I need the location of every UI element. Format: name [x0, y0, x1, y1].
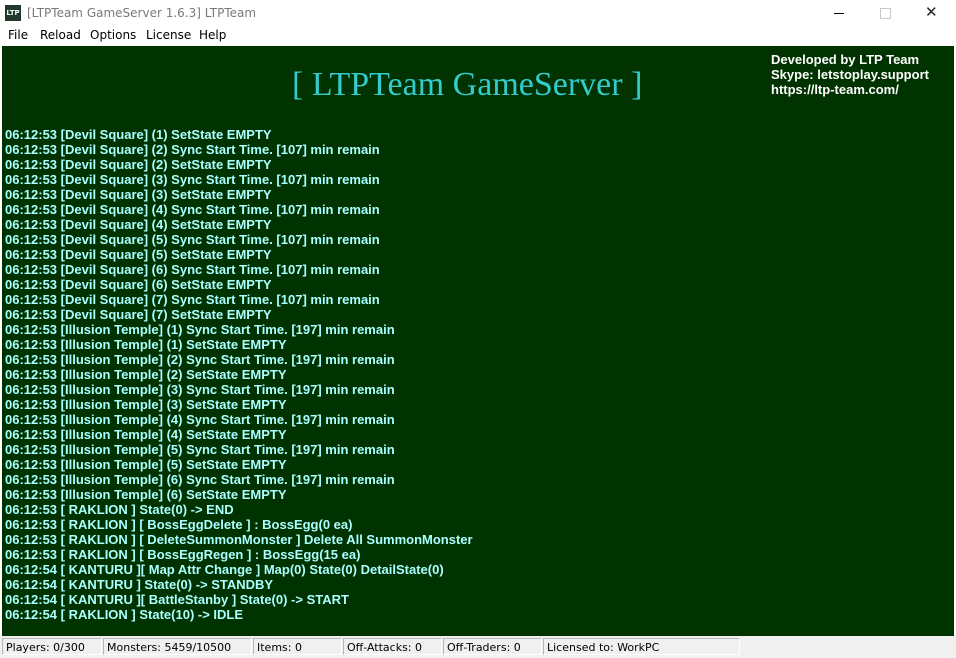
- minimize-icon: [834, 13, 844, 14]
- skype-line: Skype: letstoplay.support: [771, 67, 929, 82]
- log-line: 06:12:53 [Illusion Temple] (3) Sync Star…: [5, 382, 395, 397]
- close-icon: ✕: [925, 3, 938, 21]
- maximize-icon: [880, 8, 891, 19]
- website-line: https://ltp-team.com/: [771, 82, 899, 97]
- minimize-button[interactable]: [816, 0, 862, 26]
- log-line: 06:12:53 [Devil Square] (4) SetState EMP…: [5, 217, 272, 232]
- app-logo-icon: LTP: [5, 5, 21, 21]
- log-line: 06:12:53 [Devil Square] (5) Sync Start T…: [5, 232, 380, 247]
- status-off-traders: Off-Traders: 0: [443, 638, 542, 655]
- log-line: 06:12:53 [Devil Square] (6) SetState EMP…: [5, 277, 272, 292]
- menu-options[interactable]: Options: [90, 28, 136, 42]
- log-line: 06:12:53 [Devil Square] (5) SetState EMP…: [5, 247, 272, 262]
- log-line: 06:12:53 [Illusion Temple] (6) Sync Star…: [5, 472, 395, 487]
- log-line: 06:12:53 [ RAKLION ] [ BossEggRegen ] : …: [5, 547, 361, 562]
- status-items: Items: 0: [253, 638, 342, 655]
- server-banner: [ LTPTeam GameServer ]: [292, 66, 643, 103]
- status-players: Players: 0/300: [2, 638, 102, 655]
- developer-info: Developed by LTP Team Skype: letstoplay.…: [771, 52, 929, 97]
- log-line: 06:12:53 [Devil Square] (2) Sync Start T…: [5, 142, 380, 157]
- status-license: Licensed to: WorkPC: [543, 638, 740, 655]
- log-line: 06:12:53 [Illusion Temple] (1) SetState …: [5, 337, 287, 352]
- menu-bar: File Reload Options License Help: [0, 26, 956, 46]
- menu-reload[interactable]: Reload: [40, 28, 81, 42]
- log-list: 06:12:53 [Devil Square] (1) SetState EMP…: [5, 127, 473, 622]
- menu-license[interactable]: License: [146, 28, 191, 42]
- log-line: 06:12:53 [Illusion Temple] (5) SetState …: [5, 457, 287, 472]
- log-line: 06:12:54 [ RAKLION ] State(10) -> IDLE: [5, 607, 244, 622]
- log-line: 06:12:53 [Illusion Temple] (1) Sync Star…: [5, 322, 395, 337]
- log-line: 06:12:54 [ KANTURU ][ Map Attr Change ] …: [5, 562, 444, 577]
- log-line: 06:12:53 [Devil Square] (7) Sync Start T…: [5, 292, 380, 307]
- log-line: 06:12:53 [Illusion Temple] (2) SetState …: [5, 367, 287, 382]
- maximize-button[interactable]: [862, 0, 908, 26]
- log-line: 06:12:53 [Devil Square] (2) SetState EMP…: [5, 157, 272, 172]
- log-line: 06:12:53 [Devil Square] (3) SetState EMP…: [5, 187, 272, 202]
- log-line: 06:12:53 [ RAKLION ] [ BossEggDelete ] :…: [5, 517, 353, 532]
- developer-line: Developed by LTP Team: [771, 52, 920, 67]
- log-line: 06:12:53 [ RAKLION ] State(0) -> END: [5, 502, 234, 517]
- log-line: 06:12:53 [Devil Square] (6) Sync Start T…: [5, 262, 380, 277]
- console-log-area[interactable]: [ LTPTeam GameServer ] Developed by LTP …: [2, 46, 954, 636]
- log-line: 06:12:53 [Illusion Temple] (3) SetState …: [5, 397, 287, 412]
- log-line: 06:12:53 [Devil Square] (1) SetState EMP…: [5, 127, 272, 142]
- menu-file[interactable]: File: [8, 28, 28, 42]
- window-title: [LTPTeam GameServer 1.6.3] LTPTeam: [27, 6, 257, 20]
- close-button[interactable]: ✕: [908, 0, 954, 26]
- log-line: 06:12:53 [Illusion Temple] (6) SetState …: [5, 487, 287, 502]
- log-line: 06:12:54 [ KANTURU ][ BattleStanby ] Sta…: [5, 592, 349, 607]
- status-off-attacks: Off-Attacks: 0: [343, 638, 442, 655]
- status-monsters: Monsters: 5459/10500: [103, 638, 252, 655]
- log-line: 06:12:53 [Devil Square] (7) SetState EMP…: [5, 307, 272, 322]
- log-line: 06:12:53 [Devil Square] (4) Sync Start T…: [5, 202, 380, 217]
- title-bar: LTP [LTPTeam GameServer 1.6.3] LTPTeam ✕: [0, 0, 956, 26]
- log-line: 06:12:53 [Devil Square] (3) Sync Start T…: [5, 172, 380, 187]
- log-line: 06:12:53 [Illusion Temple] (2) Sync Star…: [5, 352, 395, 367]
- log-line: 06:12:53 [Illusion Temple] (4) Sync Star…: [5, 412, 395, 427]
- log-line: 06:12:53 [ RAKLION ] [ DeleteSummonMonst…: [5, 532, 473, 547]
- log-line: 06:12:53 [Illusion Temple] (4) SetState …: [5, 427, 287, 442]
- log-line: 06:12:53 [Illusion Temple] (5) Sync Star…: [5, 442, 395, 457]
- status-bar: Players: 0/300 Monsters: 5459/10500 Item…: [0, 636, 956, 658]
- log-line: 06:12:54 [ KANTURU ] State(0) -> STANDBY: [5, 577, 274, 592]
- menu-help[interactable]: Help: [199, 28, 226, 42]
